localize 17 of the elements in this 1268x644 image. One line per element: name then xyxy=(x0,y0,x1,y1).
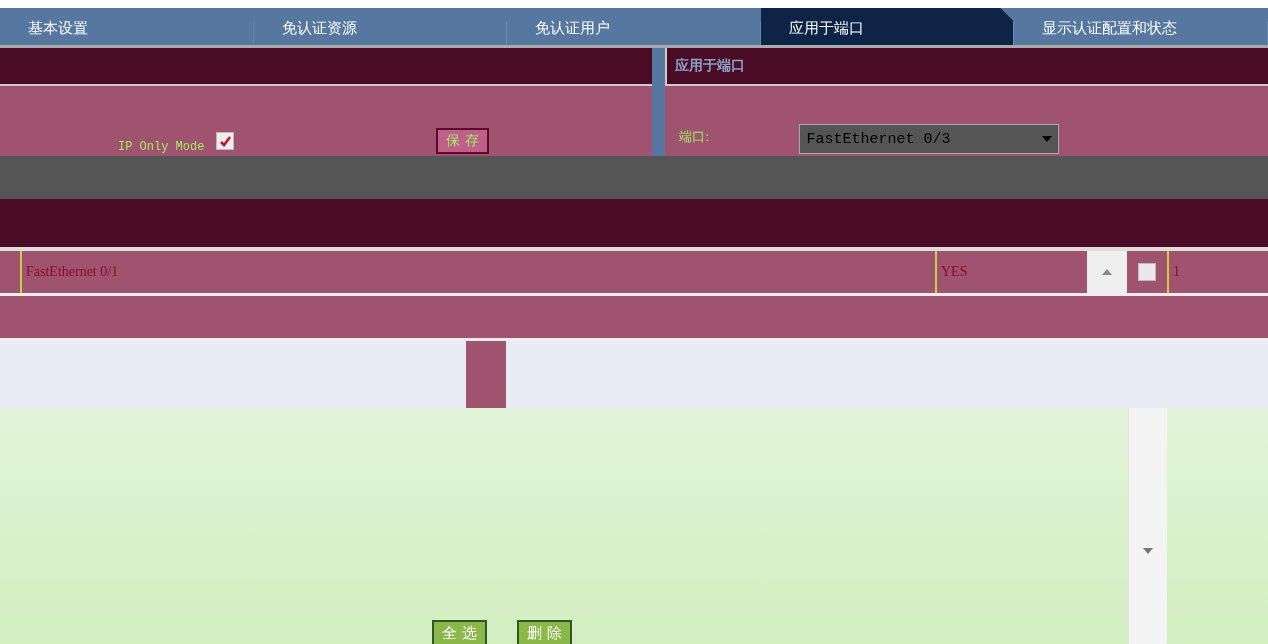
down-arrow-icon xyxy=(1143,548,1153,554)
table-cell: FastEthernet 0/1 xyxy=(20,251,935,293)
scroll-up-button[interactable] xyxy=(1087,251,1127,293)
save-button[interactable]: 保 存 xyxy=(436,128,489,154)
caret-icon xyxy=(1042,136,1053,142)
port-select[interactable]: FastEthernet 0/3 xyxy=(799,124,1060,154)
port-label: 端口: xyxy=(679,128,710,146)
checkbox[interactable] xyxy=(216,132,235,150)
panel-title: 应用于端口 xyxy=(675,57,745,75)
scrollbar[interactable] xyxy=(1128,408,1167,644)
up-arrow-icon xyxy=(1102,269,1112,275)
table-cell: 1 xyxy=(1167,251,1268,293)
action-button[interactable]: 全 选 xyxy=(432,620,487,644)
option-label: IP Only Mode xyxy=(118,140,205,154)
action-button[interactable]: 删 除 xyxy=(516,620,572,644)
tab[interactable]: 应用于端口 xyxy=(760,8,1015,45)
checkbox[interactable] xyxy=(1138,263,1156,281)
